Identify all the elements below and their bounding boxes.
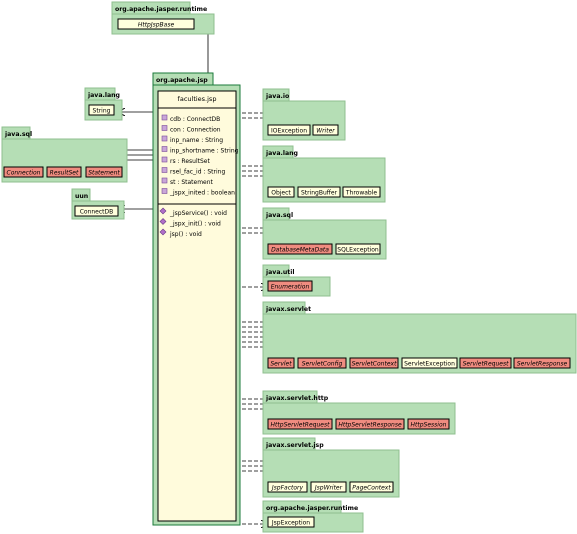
pkg-javax-servlet-jsp: javax.servlet.jsp JspFactory JspWriter Page… <box>262 437 400 498</box>
pkg-uun: uun ConnectDB <box>71 188 125 220</box>
attribute: inp_name : String <box>170 137 223 144</box>
package-name: java.util <box>265 269 294 276</box>
class-name: HttpServletResponse <box>338 422 402 429</box>
pkg-javax-servlet: javax.servlet Servlet ServletConfig Servlet… <box>262 301 577 374</box>
attribute: rs : ResultSet <box>170 158 210 165</box>
pkg-java-lang-right: java.lang Object StringBuffer Throwable <box>262 145 386 203</box>
attribute: st : Statement <box>170 179 214 186</box>
attribute: _jspx_inited : boolean <box>169 190 235 197</box>
attribute-icon <box>161 125 168 131</box>
attribute: rsel_fac_id : String <box>170 169 225 176</box>
class-name: StringBuffer <box>301 190 338 197</box>
package-name: org.apache.jasper.runtime <box>115 6 207 13</box>
class-name: faculties.jsp <box>178 95 217 103</box>
class-name: ServletException <box>404 361 455 368</box>
class-name: Throwable <box>345 190 378 197</box>
class-name: IOException <box>271 128 307 135</box>
class-name: ServletRequest <box>463 361 510 368</box>
pkg-jasper-bottom: org.apache.jasper.runtime JspException <box>262 500 364 533</box>
package-name: java.lang <box>87 92 120 99</box>
class-name: ServletConfig <box>302 361 343 368</box>
attribute-icon <box>161 146 168 152</box>
attribute-icon <box>161 114 168 121</box>
pkg-jasper-top: org.apache.jasper.runtime HttpJspBase <box>111 1 215 35</box>
class-name: DatabaseMetaData <box>271 247 329 254</box>
package-name: uun <box>75 193 88 200</box>
class-name: Object <box>271 190 291 197</box>
class-name: JspWriter <box>314 485 343 492</box>
packages: org.apache.jasper.runtime HttpJspBase java… <box>1 1 577 533</box>
uml-class-diagram: org.apache.jasper.runtime HttpJspBase java… <box>1 1 577 533</box>
package-name: org.apache.jasper.runtime <box>266 505 358 512</box>
main-package: org.apache.jsp faculties.jsp cdb : Connect… <box>152 72 241 526</box>
class-name: HttpSession <box>411 422 447 429</box>
attribute-icon <box>161 135 168 142</box>
attribute: inp_shortname : String <box>170 148 239 155</box>
class-name: JspException <box>271 520 310 527</box>
package-name: java.io <box>265 93 289 100</box>
class-name: String <box>93 108 111 115</box>
class-name: PageContext <box>352 485 391 492</box>
package-name: java.sql <box>265 212 293 219</box>
class-name: Statement <box>88 170 120 177</box>
attribute: cdb : ConnectDB <box>170 116 220 123</box>
package-name: java.lang <box>265 150 298 157</box>
package-name: javax.servlet.http <box>265 395 329 402</box>
attribute-icon <box>161 188 168 194</box>
package-name: org.apache.jsp <box>156 77 208 84</box>
class-name: Writer <box>316 128 335 135</box>
class-name: JspFactory <box>271 485 304 492</box>
package-org-apache-jsp: org.apache.jsp faculties.jsp cdb : Connect… <box>152 72 241 526</box>
class-name: Enumeration <box>271 284 310 291</box>
class-name: SQLException <box>337 247 379 254</box>
attribute: con : Connection <box>170 127 221 134</box>
class-name: ConnectDB <box>80 209 114 216</box>
package-name: javax.servlet.jsp <box>265 442 324 449</box>
class-name: ServletResponse <box>517 361 568 368</box>
operation: jsp() : void <box>169 231 202 238</box>
attribute-icon <box>161 167 168 173</box>
class-name: Servlet <box>270 361 292 368</box>
operation: _jspService() : void <box>169 210 227 217</box>
pkg-java-io: java.io IOException Writer <box>262 88 346 141</box>
class-name: ResultSet <box>50 170 79 177</box>
pkg-java-lang-left: java.lang String <box>84 87 123 121</box>
pkg-javax-servlet-http: javax.servlet.http HttpServletRequest Http… <box>262 390 456 435</box>
class-box-faculties-jsp <box>157 90 237 522</box>
package-name: java.sql <box>4 131 32 138</box>
pkg-java-sql-right: java.sql DatabaseMetaData SQLException <box>262 207 387 260</box>
operation: _jspx_init() : void <box>169 221 221 228</box>
attribute-icon <box>161 177 168 184</box>
attribute-icon <box>161 156 168 163</box>
class-name: HttpJspBase <box>138 22 175 29</box>
class-name: HttpServletRequest <box>271 422 331 429</box>
class-name: ServletContext <box>352 361 397 368</box>
class-name: Connection <box>7 170 41 177</box>
package-name: javax.servlet <box>265 306 311 313</box>
pkg-java-sql-left: java.sql Connection ResultSet Statement <box>1 126 128 183</box>
pkg-java-util: java.util Enumeration <box>262 264 331 297</box>
